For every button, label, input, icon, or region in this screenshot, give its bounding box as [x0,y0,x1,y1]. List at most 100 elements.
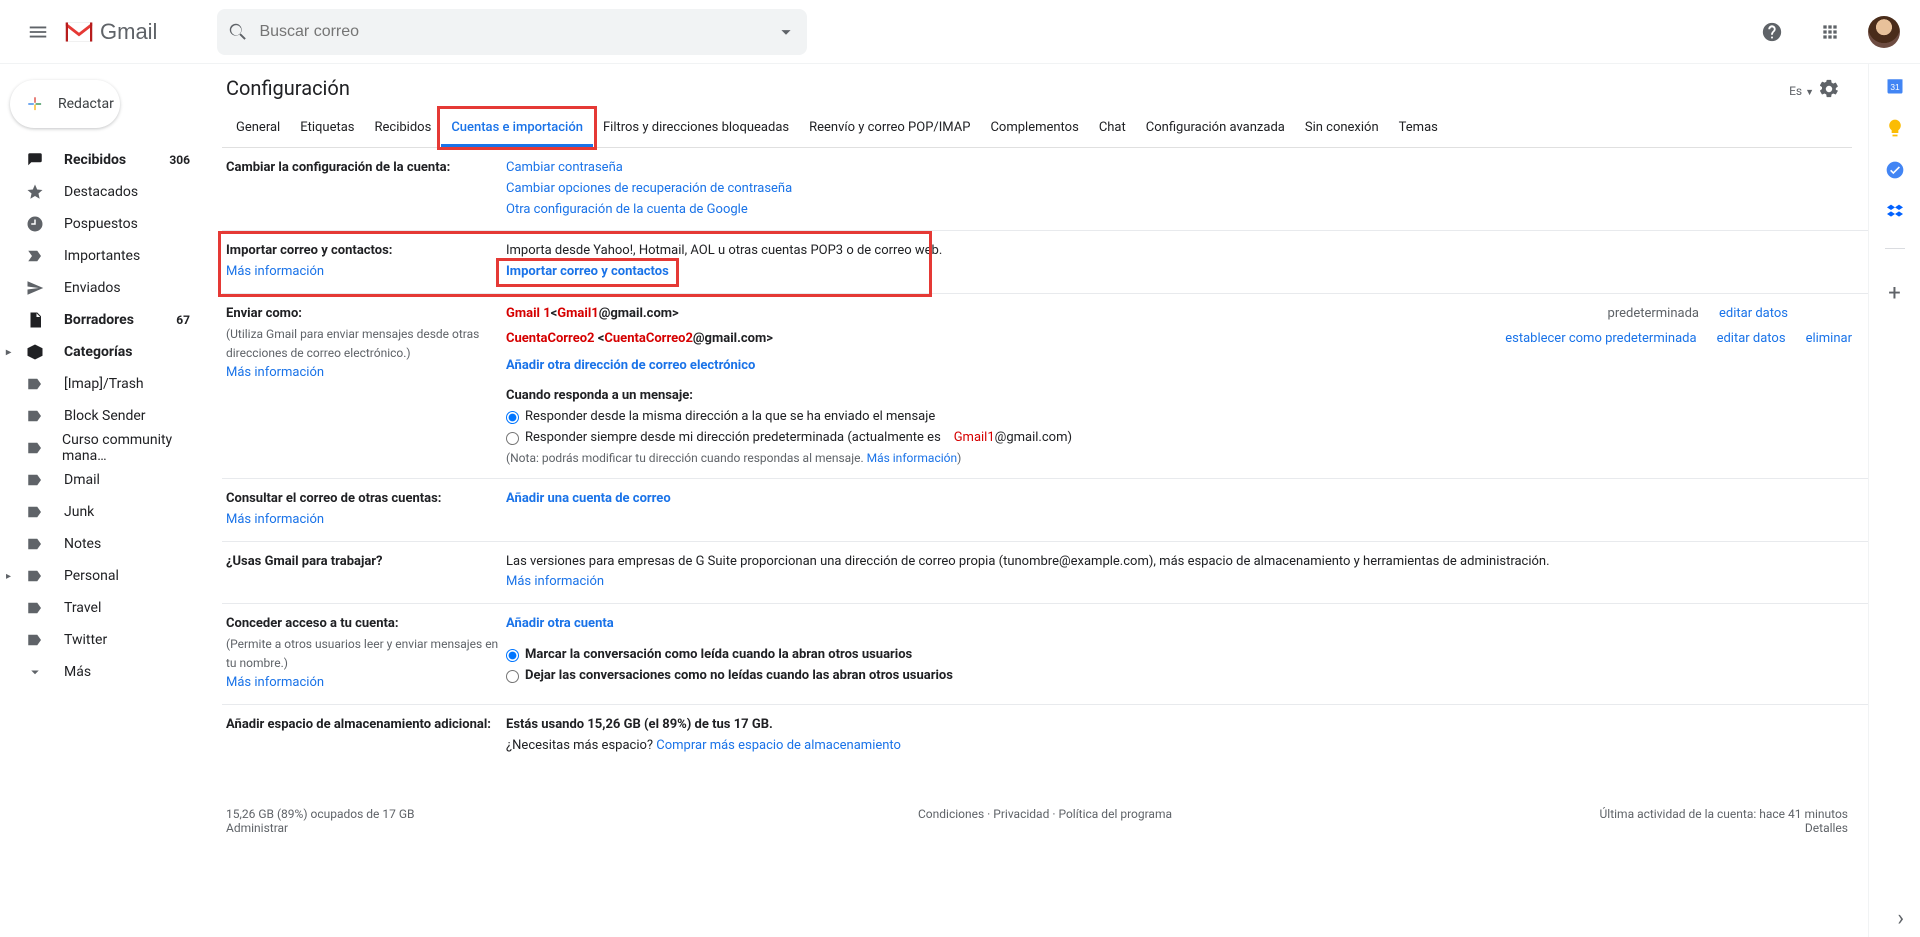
tab-accounts-import[interactable]: Cuentas e importación [441,110,593,147]
nav-twitter[interactable]: Twitter [0,624,208,656]
nav-junk[interactable]: Junk [0,496,208,528]
get-addons-button[interactable]: + [1888,281,1900,306]
add-another-email-link[interactable]: Añadir otra dirección de correo electrón… [506,358,755,373]
tasks-addon-button[interactable] [1885,160,1905,180]
import-description: Importa desde Yahoo!, Hotmail, AOL u otr… [506,241,1852,262]
tab-general[interactable]: General [226,110,290,147]
leave-unread-radio[interactable] [506,670,519,683]
header-right [1752,12,1904,52]
language-selector[interactable]: Es ▼ [1789,84,1814,98]
label-icon [26,471,46,489]
section-check-other-mail: Consultar el correo de otras cuentas: Má… [222,479,1868,542]
tab-inbox[interactable]: Recibidos [365,110,442,147]
nav-travel[interactable]: Travel [0,592,208,624]
plus-icon [24,93,46,115]
nav-categories[interactable]: ▸Categorías [0,336,208,368]
make-default-link[interactable]: establecer como predeterminada [1505,329,1696,350]
support-button[interactable] [1752,12,1792,52]
search-icon [227,21,249,43]
activity-details-link[interactable]: Detalles [1805,821,1848,835]
buy-storage-link[interactable]: Comprar más espacio de almacenamiento [656,738,901,753]
nav-sent[interactable]: Enviados [0,272,208,304]
reply-same-address-radio[interactable] [506,411,519,424]
import-mail-contacts-link[interactable]: Importar correo y contactos [506,264,669,279]
tab-forwarding[interactable]: Reenvío y correo POP/IMAP [799,110,980,147]
star-icon [26,183,46,201]
reply-default-address-radio[interactable] [506,432,519,445]
send-as-more-info-link[interactable]: Más información [226,365,324,380]
side-panel: 31 + [1868,64,1920,937]
change-recovery-link[interactable]: Cambiar opciones de recuperación de cont… [506,181,792,196]
label-icon [26,631,46,649]
label-icon [26,407,46,425]
nav-inbox[interactable]: Recibidos 306 [0,144,208,176]
default-label: predeterminada [1608,304,1699,325]
nav-notes[interactable]: Notes [0,528,208,560]
manage-storage-link[interactable]: Administrar [226,821,288,835]
nav-block-sender[interactable]: Block Sender [0,400,208,432]
sidebar: Redactar Recibidos 306 Destacados Pospue… [0,64,208,937]
mark-read-radio[interactable] [506,649,519,662]
section-change-account-settings: Cambiar la configuración de la cuenta: C… [222,148,1868,231]
nav-starred[interactable]: Destacados [0,176,208,208]
nav-dmail[interactable]: Dmail [0,464,208,496]
nav-more[interactable]: Más [0,656,208,688]
tab-advanced[interactable]: Configuración avanzada [1136,110,1295,147]
edit-info-link-1[interactable]: editar datos [1719,304,1788,325]
tab-addons[interactable]: Complementos [980,110,1088,147]
google-apps-button[interactable] [1810,12,1850,52]
gsuite-more-info-link[interactable]: Más información [506,574,604,589]
add-delegate-account-link[interactable]: Añadir otra cuenta [506,616,614,631]
nav-curso[interactable]: Curso community mana… [0,432,208,464]
settings-gear-button[interactable] [1818,78,1840,105]
tab-filters[interactable]: Filtros y direcciones bloqueadas [593,110,799,147]
hamburger-icon [27,21,49,43]
delete-send-as-link[interactable]: eliminar [1806,329,1852,350]
section-gsuite: ¿Usas Gmail para trabajar? Las versiones… [222,542,1868,605]
gmail-logo-text: Gmail [94,19,157,45]
dropbox-addon-button[interactable] [1885,202,1905,222]
page-title: Configuración [222,72,350,110]
main-menu-button[interactable] [16,10,60,54]
section-send-as: Enviar como: (Utiliza Gmail para enviar … [222,294,1868,479]
terms-link[interactable]: Condiciones [918,807,984,821]
chevron-down-icon [26,663,46,681]
keep-addon-button[interactable] [1885,118,1905,138]
compose-label: Redactar [58,96,114,112]
keep-icon [1885,118,1905,138]
nav-important[interactable]: Importantes [0,240,208,272]
calendar-addon-button[interactable]: 31 [1885,76,1905,96]
nav-snoozed[interactable]: Pospuestos [0,208,208,240]
search-input[interactable] [249,23,775,41]
section-grant-access: Conceder acceso a tu cuenta: (Permite a … [222,604,1868,705]
draft-icon [26,311,46,329]
clock-icon [26,215,46,233]
check-mail-more-info-link[interactable]: Más información [226,512,324,527]
nav-imap-trash[interactable]: [Imap]/Trash [0,368,208,400]
program-policies-link[interactable]: Política del programa [1058,807,1172,821]
privacy-link[interactable]: Privacidad [993,807,1049,821]
search-box[interactable] [217,9,807,55]
reply-note-more-info-link[interactable]: Más información [867,451,958,465]
compose-button[interactable]: Redactar [10,80,120,128]
tab-chat[interactable]: Chat [1089,110,1136,147]
side-panel-collapse-button[interactable]: › [1897,906,1904,931]
tab-labels[interactable]: Etiquetas [290,110,364,147]
nav-drafts[interactable]: Borradores67 [0,304,208,336]
nav-personal[interactable]: ▸Personal [0,560,208,592]
account-avatar[interactable] [1868,16,1900,48]
search-options-icon[interactable] [775,21,797,43]
other-google-settings-link[interactable]: Otra configuración de la cuenta de Googl… [506,202,748,217]
tab-offline[interactable]: Sin conexión [1295,110,1389,147]
footer: 15,26 GB (89%) ocupados de 17 GB Adminis… [222,767,1868,855]
add-mail-account-link[interactable]: Añadir una cuenta de correo [506,491,671,506]
gmail-logo[interactable]: Gmail [64,19,157,45]
import-more-info-link[interactable]: Más información [226,264,324,279]
grant-more-info-link[interactable]: Más información [226,675,324,690]
help-icon [1761,21,1783,43]
tab-themes[interactable]: Temas [1389,110,1448,147]
change-password-link[interactable]: Cambiar contraseña [506,160,623,175]
edit-info-link-2[interactable]: editar datos [1717,329,1786,350]
chevron-right-icon: ▸ [6,571,11,582]
nav-list: Recibidos 306 Destacados Pospuestos Impo… [0,144,208,688]
